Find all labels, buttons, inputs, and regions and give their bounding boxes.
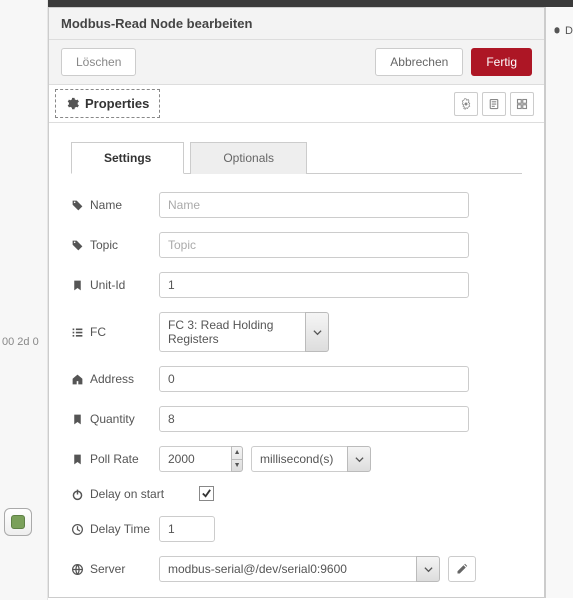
gear-icon (66, 97, 79, 110)
delete-button[interactable]: Löschen (61, 48, 136, 76)
right-sidebar: D (545, 7, 573, 598)
form-body: Settings Optionals Name Topic (49, 123, 544, 597)
poll-rate-unit-value: millisecond(s) (251, 446, 347, 472)
list-icon (71, 326, 84, 339)
address-input[interactable] (159, 366, 469, 392)
done-button[interactable]: Fertig (471, 48, 532, 76)
right-tab-debug[interactable]: D (552, 25, 573, 37)
tag-icon (71, 199, 84, 212)
step-down-icon: ▼ (232, 460, 242, 472)
quantity-label: Quantity (90, 412, 135, 426)
power-icon (71, 488, 84, 501)
step-up-icon: ▲ (232, 447, 242, 460)
server-icon (71, 563, 84, 576)
chevron-down-icon (305, 312, 329, 352)
chevron-down-icon (347, 446, 371, 472)
node-doc-button[interactable] (482, 92, 506, 116)
clock-icon (71, 523, 84, 536)
node-status-dot (11, 515, 25, 529)
chevron-down-icon (416, 556, 440, 582)
poll-rate-label: Poll Rate (90, 452, 139, 466)
delay-on-start-label: Delay on start (90, 487, 164, 501)
cancel-button[interactable]: Abbrechen (375, 48, 463, 76)
canvas-node[interactable] (4, 508, 32, 536)
server-select-value: modbus-serial@/dev/serial0:9600 (159, 556, 416, 582)
tab-optionals[interactable]: Optionals (190, 142, 307, 174)
node-settings-button[interactable] (454, 92, 478, 116)
topic-input[interactable] (159, 232, 469, 258)
poll-rate-stepper[interactable]: ▲ ▼ (231, 446, 243, 472)
unit-id-input[interactable] (159, 272, 469, 298)
subtabs: Settings Optionals (71, 141, 522, 174)
bookmark-icon (71, 453, 84, 466)
quantity-input[interactable] (159, 406, 469, 432)
address-label: Address (90, 372, 134, 386)
panel-title: Modbus-Read Node bearbeiten (49, 8, 544, 40)
poll-rate-input[interactable] (159, 446, 231, 472)
server-select[interactable]: modbus-serial@/dev/serial0:9600 (159, 556, 440, 582)
tab-properties[interactable]: Properties (55, 89, 160, 118)
panel-action-row: Löschen Abbrechen Fertig (49, 40, 544, 85)
name-label: Name (90, 198, 122, 212)
name-input[interactable] (159, 192, 469, 218)
bookmark-icon (71, 413, 84, 426)
right-tab-label: D (565, 25, 573, 37)
fc-select-value: FC 3: Read Holding Registers (159, 312, 305, 352)
fc-select[interactable]: FC 3: Read Holding Registers (159, 312, 329, 352)
edit-server-button[interactable] (448, 556, 476, 582)
server-label: Server (90, 562, 125, 576)
tab-settings[interactable]: Settings (71, 142, 184, 174)
delay-time-input[interactable] (159, 516, 215, 542)
topic-label: Topic (90, 238, 118, 252)
tab-properties-label: Properties (85, 96, 149, 111)
timeline-label: 00 2d 0 (2, 336, 39, 348)
fc-label: FC (90, 325, 106, 339)
poll-rate-unit-select[interactable]: millisecond(s) (251, 446, 371, 472)
delay-time-label: Delay Time (90, 522, 150, 536)
delay-on-start-checkbox[interactable] (199, 486, 214, 501)
unit-id-label: Unit-Id (90, 278, 125, 292)
tabs-row: Properties (49, 85, 544, 123)
home-icon (71, 373, 84, 386)
edit-panel: Modbus-Read Node bearbeiten Löschen Abbr… (48, 7, 545, 598)
bookmark-icon (71, 279, 84, 292)
tag-icon (71, 239, 84, 252)
node-appearance-button[interactable] (510, 92, 534, 116)
